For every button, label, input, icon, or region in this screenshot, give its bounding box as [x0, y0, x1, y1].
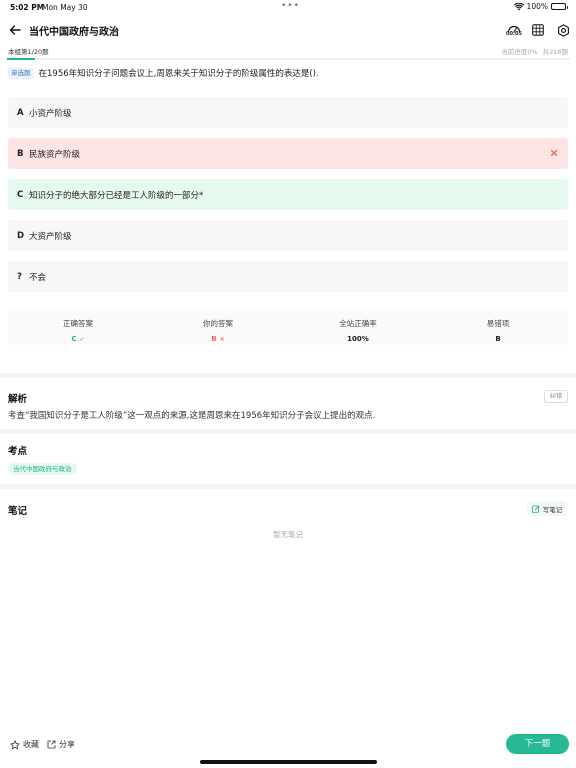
multitasking-dots-icon[interactable]: ••• [281, 1, 300, 11]
status-bar: 5:02 PM Mon May 30 ••• 100% [0, 0, 576, 14]
option-c[interactable]: C 知识分子的绝大部分已经是工人阶级的一部分* [8, 179, 568, 210]
gear-icon [557, 23, 569, 37]
your-answer-value: B [211, 335, 217, 343]
option-text: 知识分子的绝大部分已经是工人阶级的一部分* [29, 190, 204, 201]
favorite-label: 收藏 [23, 740, 39, 749]
option-text: 不会 [29, 272, 47, 283]
option-text: 大资产阶级 [29, 231, 72, 242]
option-text: 小资产阶级 [29, 108, 72, 119]
option-letter: C [17, 189, 24, 200]
option-b[interactable]: B 民族资产阶级 [8, 138, 568, 169]
divider [0, 429, 576, 434]
question-type-badge: 单选题 [8, 68, 34, 79]
summary-label: 你的答案 [203, 319, 233, 328]
summary-yours: 你的答案 B × [148, 309, 288, 345]
page-title: 当代中国政府与政治 [29, 27, 119, 38]
battery-icon [551, 3, 568, 10]
header: 当代中国政府与政治 00:05 [0, 16, 576, 44]
divider [0, 484, 576, 489]
wifi-icon [513, 2, 524, 10]
summary-label: 易错项 [486, 319, 510, 328]
option-unknown[interactable]: ? 不会 [8, 261, 568, 292]
progress-info: 当前进度0% 共218题 [501, 46, 568, 56]
question-text: 在1956年知识分子问题会议上,周恩来关于知识分子的阶级属性的表达是(). [38, 69, 319, 79]
progress-row: 本组第1/20题 当前进度0% 共218题 [0, 45, 576, 57]
edit-icon [531, 504, 540, 513]
divider [0, 373, 576, 378]
home-indicator[interactable] [200, 760, 377, 764]
write-note-label: 写笔记 [542, 505, 563, 514]
summary-error-prone: 易错项 B [428, 309, 568, 345]
status-right: 100% [513, 2, 568, 11]
cross-icon [550, 149, 558, 157]
current-progress: 当前进度0% [501, 48, 538, 56]
share-button[interactable]: 分享 [47, 739, 75, 750]
summary-value: 100% [347, 335, 369, 343]
status-time: 5:02 PM [10, 3, 45, 12]
answer-summary: 正确答案 C ✓ 你的答案 B × 全站正确率 100% 易错项 B [8, 309, 568, 345]
check-icon: ✓ [79, 336, 85, 343]
answer-sheet-button[interactable] [528, 20, 548, 40]
status-date: Mon May 30 [42, 3, 88, 12]
summary-value: B × [148, 335, 288, 343]
correct-answer-value: C [71, 335, 77, 343]
question-counter: 本组第1/20题 [8, 48, 49, 56]
summary-label: 全站正确率 [339, 319, 377, 328]
notes-title: 笔记 [8, 506, 28, 517]
option-letter: ? [17, 271, 22, 282]
progress-bar [7, 58, 570, 60]
topic-title: 考点 [8, 446, 28, 457]
settings-button[interactable] [553, 20, 573, 40]
summary-correct: 正确答案 C ✓ [8, 309, 148, 345]
report-error-button[interactable]: 纠错 [544, 390, 568, 403]
option-a[interactable]: A 小资产阶级 [8, 97, 568, 128]
share-label: 分享 [59, 740, 75, 749]
favorite-button[interactable]: 收藏 [10, 739, 39, 750]
progress-bar-fill [7, 58, 36, 60]
empty-notes-text: 暂无笔记 [273, 530, 303, 539]
option-letter: B [17, 148, 24, 159]
grid-icon [532, 24, 544, 36]
timer-button[interactable]: 00:05 [504, 20, 524, 40]
star-icon [10, 739, 20, 749]
write-note-button[interactable]: 写笔记 [527, 501, 567, 516]
summary-rate: 全站正确率 100% [288, 309, 428, 345]
cross-icon: × [219, 336, 225, 343]
analysis-text: 考查“我国知识分子是工人阶级”这一观点的来源,这是周恩来在1956年知识分子会议… [8, 411, 376, 421]
option-letter: D [17, 230, 25, 241]
option-letter: A [17, 107, 24, 118]
topic-tag[interactable]: 当代中国政府与政治 [8, 463, 77, 475]
summary-value: B [495, 335, 501, 343]
analysis-title: 解析 [8, 394, 28, 405]
option-text: 民族资产阶级 [29, 149, 81, 160]
share-icon [47, 740, 56, 749]
back-button[interactable] [6, 21, 24, 39]
timer-readout: 00:05 [506, 30, 522, 37]
option-d[interactable]: D 大资产阶级 [8, 220, 568, 251]
summary-value: C ✓ [8, 335, 148, 343]
summary-label: 正确答案 [63, 319, 93, 328]
arrow-left-icon [9, 25, 21, 35]
total-questions: 共218题 [542, 48, 568, 56]
question: 单选题 在1956年知识分子问题会议上,周恩来关于知识分子的阶级属性的表达是(). [8, 67, 568, 81]
next-question-button[interactable]: 下一题 [506, 734, 569, 754]
battery-percent: 100% [526, 2, 548, 11]
